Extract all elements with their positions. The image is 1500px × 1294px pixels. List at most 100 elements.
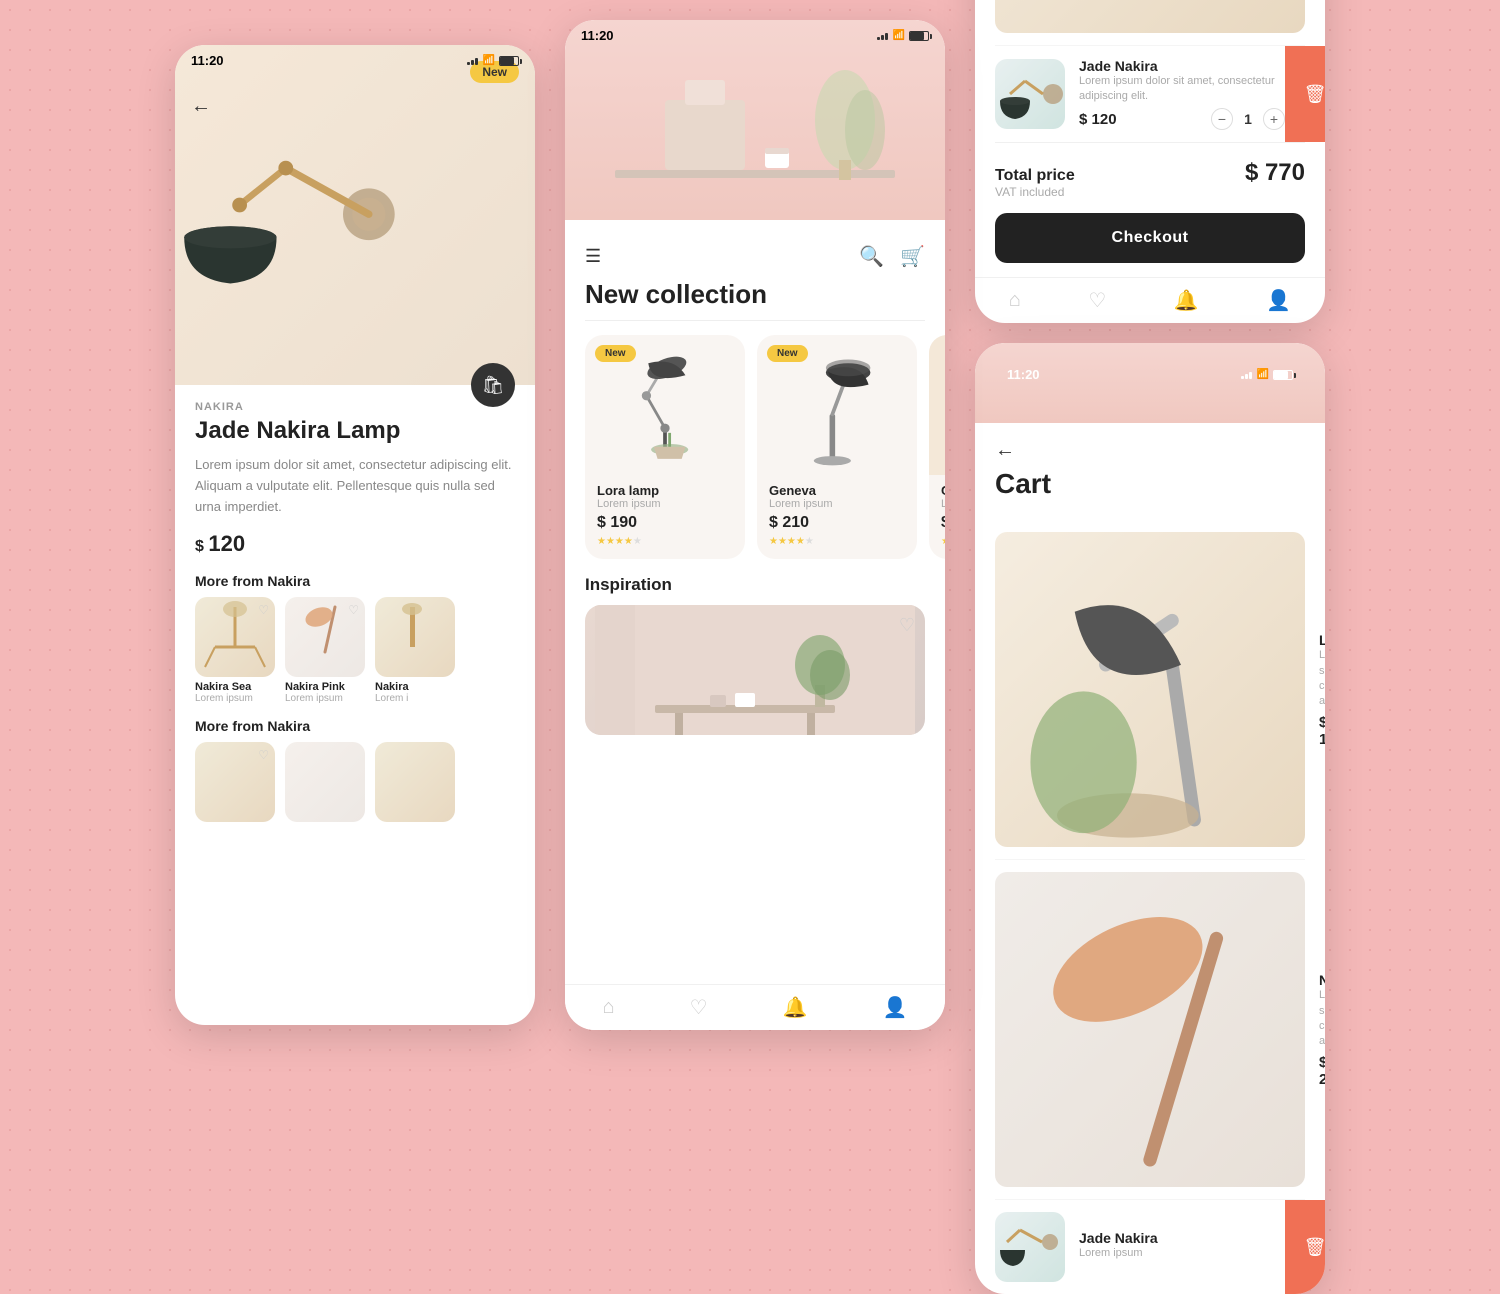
cart-desc-2: Lorem ipsum dolor sit amet, consectetur …	[1079, 74, 1285, 105]
bottom-item-1[interactable]: ♡	[195, 742, 275, 822]
vat-text: VAT included	[995, 185, 1075, 199]
cart-back-button[interactable]: ←	[995, 439, 1305, 462]
more-item-3[interactable]: Nakira Lorem i	[375, 597, 475, 704]
cart-list-item-lora: Lora Lamp Lorem ipsum dolor sit amet, co…	[995, 520, 1305, 860]
top-navigation: ☰ 🔍 🛒	[565, 230, 945, 279]
cart-status-bar: 11:20 📶	[975, 353, 1325, 386]
qty-controls-2: − 1 +	[1211, 108, 1285, 130]
product-card-img-lora: New	[585, 335, 745, 475]
cart-list-desc-nakira: Lorem ipsum dolor sit amet, consectetur …	[1319, 988, 1325, 1050]
cart-button-floating[interactable]: 🛍	[471, 363, 515, 407]
cart-item-lamp-2	[995, 59, 1065, 129]
nav-bell-rt[interactable]: 🔔	[1174, 288, 1199, 313]
cart-items-list: Lora Lamp Lorem ipsum dolor sit amet, co…	[975, 510, 1325, 1294]
cart-title-area: ← Cart	[975, 423, 1325, 510]
list-lamp-1	[995, 532, 1305, 842]
heart-icon-b1[interactable]: ♡	[258, 748, 269, 762]
more-item-name-2: Nakira Pink	[285, 681, 365, 693]
nav-heart-rt[interactable]: ♡	[1088, 288, 1106, 313]
chri-desc: Lore	[941, 498, 945, 510]
chri-price: $ 21	[941, 514, 945, 532]
product-lamp-illustration	[175, 75, 415, 335]
chri-name: Chri	[941, 483, 945, 498]
inspiration-illustration	[585, 605, 925, 735]
divider-line	[585, 320, 925, 321]
geneva-price: $ 210	[769, 514, 905, 532]
cart-item-row-2: Jade Nakira Lorem ipsum dolor sit amet, …	[995, 46, 1325, 143]
product-detail-content: NAKIRA Jade Nakira Lamp Lorem ipsum dolo…	[175, 385, 535, 1025]
nav-heart[interactable]: ♡	[690, 995, 708, 1020]
products-scroll: New	[565, 335, 945, 559]
bottom-item-3[interactable]	[375, 742, 455, 822]
list-lamp-2	[995, 872, 1305, 1182]
brand-label: NAKIRA	[195, 401, 515, 413]
product-card-geneva[interactable]: New Geneva Lorem ipsum $ 2	[757, 335, 917, 559]
cart-icon-floating: 🛍	[482, 375, 505, 396]
total-amount: $ 770	[1245, 159, 1305, 187]
nav-home[interactable]: ⌂	[603, 996, 615, 1019]
bottom-more-section: More from Nakira ♡	[195, 718, 515, 822]
nav-home-rt[interactable]: ⌂	[1009, 289, 1021, 312]
cart-list-details-jade: Jade Nakira Lorem ipsum	[1079, 1230, 1285, 1265]
qty-decrease-2[interactable]: −	[1211, 108, 1233, 130]
lora-desc: Lorem ipsum	[597, 498, 733, 510]
product-price: $ 120	[195, 531, 515, 557]
cart-list-img-nakira	[995, 872, 1305, 1187]
list-lamp-3	[995, 1212, 1065, 1282]
cart-list-img-jade	[995, 1212, 1065, 1282]
more-item-thumb-3	[375, 597, 455, 677]
delete-button[interactable]: 🗑	[1285, 46, 1325, 143]
bottom-item-thumb-1: ♡	[195, 742, 275, 822]
cart-list-item-nakira: Nakira Pink Lorem ipsum dolor sit amet, …	[995, 860, 1305, 1200]
product-description: Lorem ipsum dolor sit amet, consectetur …	[195, 455, 515, 517]
inspiration-heart[interactable]: ♡	[899, 615, 915, 636]
cart-item-img-lora	[995, 0, 1305, 33]
total-row: Total price VAT included $ 770	[995, 159, 1305, 199]
cart-item-img-jade	[995, 59, 1065, 129]
heart-icon-2[interactable]: ♡	[348, 603, 359, 617]
cart-list-price-nakira: $ 270	[1319, 1054, 1325, 1088]
cart-icon[interactable]: 🛒	[900, 244, 925, 269]
more-item-desc-2: Lorem ipsum	[285, 693, 365, 704]
heart-icon-1[interactable]: ♡	[258, 603, 269, 617]
qty-increase-2[interactable]: +	[1263, 108, 1285, 130]
cart-item-lora-lamp: Lora Lamp Lorem ipsum dolor sit amet, co…	[995, 0, 1305, 46]
bottom-item-2[interactable]	[285, 742, 365, 822]
back-button[interactable]: ←	[191, 95, 211, 118]
collection-title: New collection	[565, 279, 945, 320]
more-item-name-1: Nakira Sea	[195, 681, 275, 693]
right-column: Lora Lamp Lorem ipsum dolor sit amet, co…	[975, 0, 1325, 1294]
more-item-2[interactable]: ♡ Nakira Pink Lorem ipsum	[285, 597, 365, 704]
cart-body: 11:20 📶 ← Cart	[975, 423, 1325, 1294]
cart-title: Cart	[995, 468, 1305, 500]
cart-price-2: $ 120	[1079, 111, 1117, 128]
more-item-desc-3: Lorem i	[375, 693, 475, 704]
geneva-card-info: Geneva Lorem ipsum $ 210 ★★★★★	[757, 475, 917, 559]
delete-button-jade[interactable]: 🗑	[1285, 1200, 1325, 1294]
phone-collection-view: 11:20 📶 ☰ 🔍 🛒 New collection New	[565, 20, 945, 1030]
checkout-button[interactable]: Checkout	[995, 213, 1305, 263]
more-item-thumb-2: ♡	[285, 597, 365, 677]
cart-item-jade: Jade Nakira Lorem ipsum dolor sit amet, …	[995, 46, 1285, 143]
lora-name: Lora lamp	[597, 483, 733, 498]
product-card-lora[interactable]: New	[585, 335, 745, 559]
product-card-chri[interactable]: Chri Lore $ 21 ★★★★★	[929, 335, 945, 559]
cart-list-bottom-lora: $ 190 − 1 +	[1319, 714, 1325, 748]
cart-list-item-jade-row: Jade Nakira Lorem ipsum 🗑	[995, 1200, 1325, 1294]
nav-bell[interactable]: 🔔	[783, 995, 808, 1020]
search-icon[interactable]: 🔍	[859, 244, 884, 269]
cart-item-bottom-2: $ 120 − 1 +	[1079, 108, 1285, 130]
hamburger-icon[interactable]: ☰	[585, 246, 601, 267]
phone-cart-checkout: Lora Lamp Lorem ipsum dolor sit amet, co…	[975, 0, 1325, 323]
status-bar-cart: 11:20 📶	[991, 359, 1309, 386]
phone-cart-list: 11:20 📶 ← Cart	[975, 343, 1325, 1294]
bottom-nav-right-top: ⌂ ♡ 🔔 👤	[975, 277, 1325, 323]
lora-card-info: Lora lamp Lorem ipsum $ 190 ★★★★★	[585, 475, 745, 559]
status-time-left: 11:20	[191, 53, 224, 68]
nav-user-rt[interactable]: 👤	[1266, 288, 1291, 313]
product-card-img-geneva: New	[757, 335, 917, 475]
more-item-1[interactable]: ♡ Nakira Sea Lorem ipsum	[195, 597, 275, 704]
cart-list-name-jade: Jade Nakira	[1079, 1230, 1285, 1246]
nav-user[interactable]: 👤	[883, 995, 908, 1020]
inspiration-title: Inspiration	[585, 575, 925, 595]
